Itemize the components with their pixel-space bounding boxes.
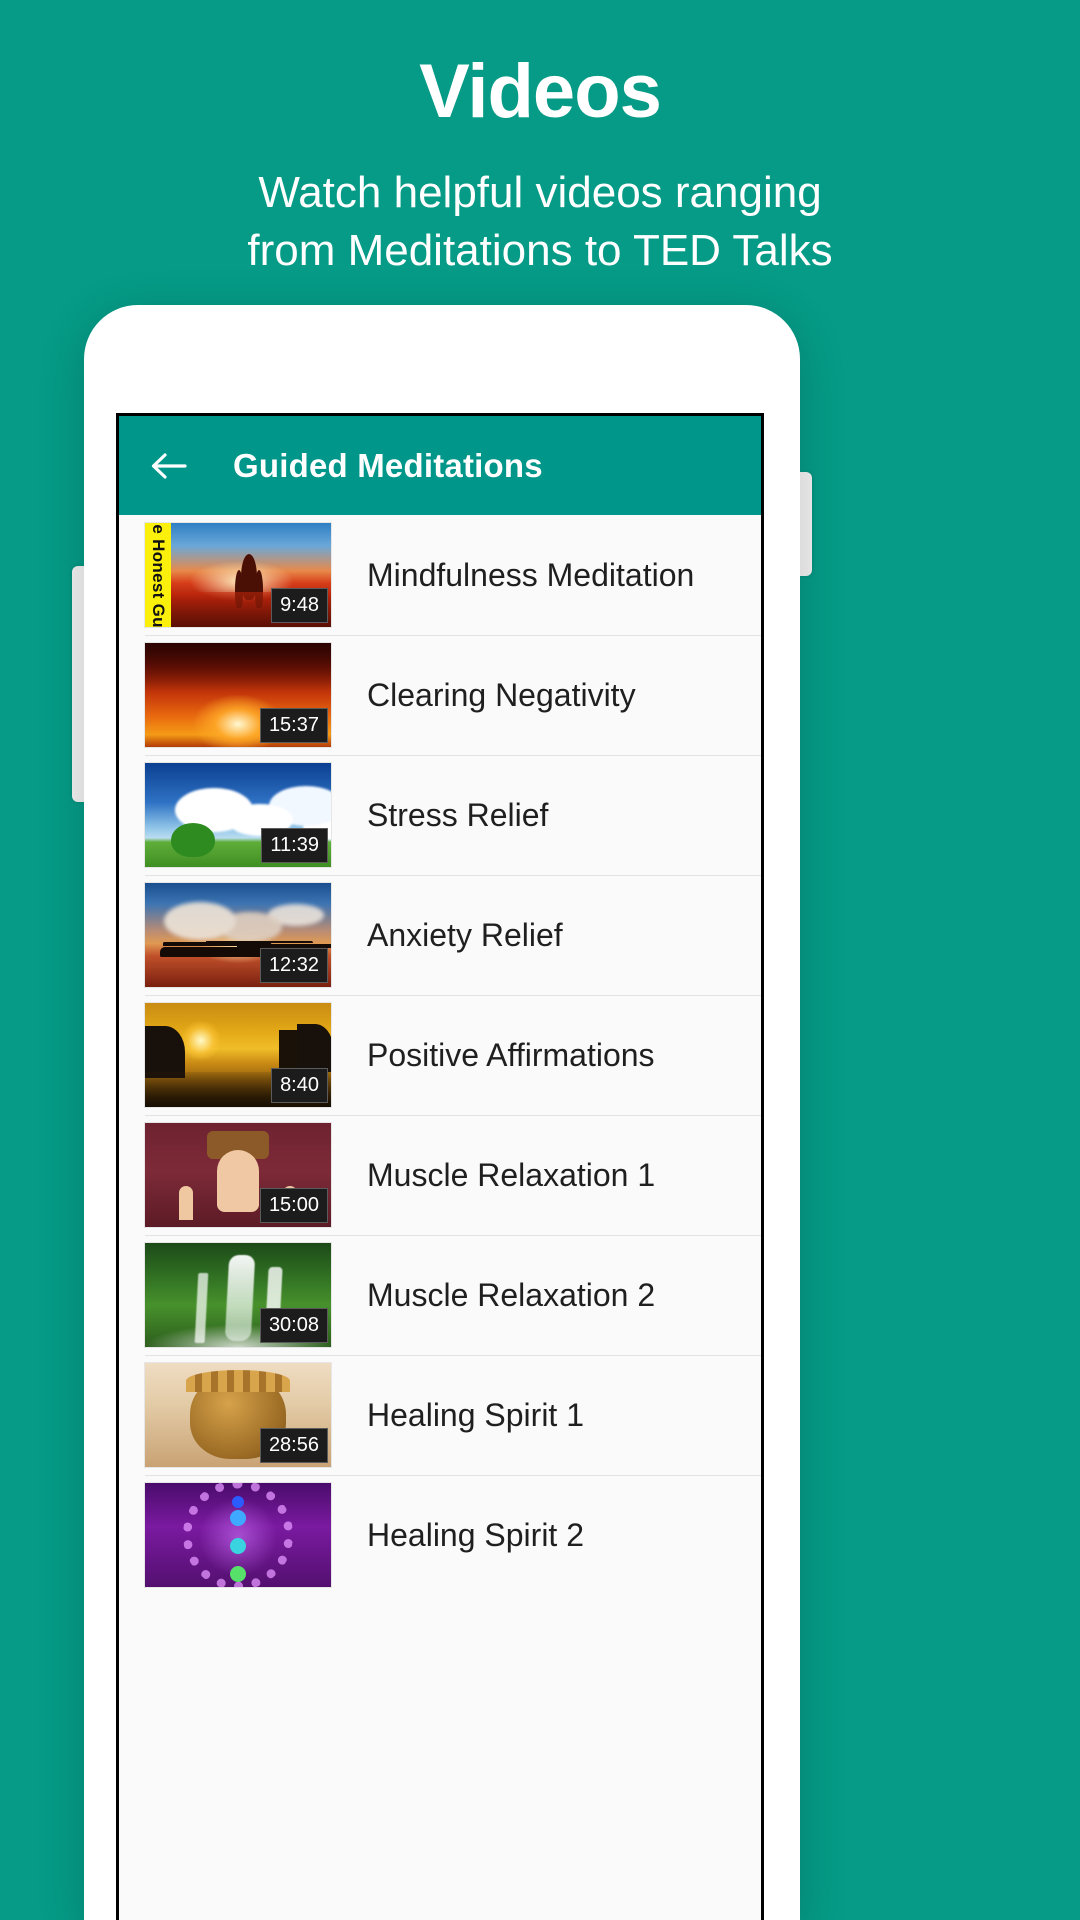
power-button[interactable] — [798, 472, 812, 576]
video-title: Healing Spirit 1 — [367, 1396, 584, 1433]
channel-brand-bar: The Honest Guys — [145, 523, 171, 627]
duration-badge: 12:32 — [259, 948, 328, 983]
video-thumbnail[interactable]: The Honest Guys 9:48 — [145, 523, 331, 627]
video-thumbnail[interactable]: 8:40 — [145, 1003, 331, 1107]
list-item[interactable]: 15:00 Muscle Relaxation 1 — [119, 1115, 761, 1235]
video-title: Clearing Negativity — [367, 676, 636, 713]
video-title: Healing Spirit 2 — [367, 1516, 584, 1553]
video-thumbnail[interactable]: 15:00 — [145, 1123, 331, 1227]
list-item[interactable]: 8:40 Positive Affirmations — [119, 995, 761, 1115]
video-thumbnail[interactable]: 15:37 — [145, 643, 331, 747]
video-thumbnail[interactable] — [145, 1483, 331, 1587]
thumbnail-artwork — [145, 1483, 331, 1587]
duration-badge: 11:39 — [261, 828, 328, 863]
list-item[interactable]: 12:32 Anxiety Relief — [119, 875, 761, 995]
arrow-left-icon[interactable] — [147, 444, 191, 488]
video-title: Mindfulness Meditation — [367, 556, 695, 593]
promo-subtitle: Watch helpful videos ranging from Medita… — [0, 164, 1080, 281]
app-viewport: Guided Meditations The Honest Guys 9:48 … — [116, 413, 764, 1920]
list-item[interactable]: 15:37 Clearing Negativity — [119, 635, 761, 755]
promo-header: Videos Watch helpful videos ranging from… — [0, 0, 1080, 281]
duration-badge: 15:37 — [259, 708, 328, 743]
video-title: Anxiety Relief — [367, 916, 563, 953]
duration-badge: 15:00 — [259, 1188, 328, 1223]
video-thumbnail[interactable]: 12:32 — [145, 883, 331, 987]
list-item[interactable]: Healing Spirit 2 — [119, 1475, 761, 1595]
promo-subtitle-line-1: Watch helpful videos ranging — [258, 167, 822, 217]
duration-badge: 30:08 — [259, 1308, 328, 1343]
video-thumbnail[interactable]: 30:08 — [145, 1243, 331, 1347]
video-thumbnail[interactable]: 28:56 — [145, 1363, 331, 1467]
promo-subtitle-line-2: from Meditations to TED Talks — [247, 226, 833, 276]
video-title: Muscle Relaxation 1 — [367, 1156, 656, 1193]
video-list[interactable]: The Honest Guys 9:48 Mindfulness Meditat… — [119, 515, 761, 1595]
video-title: Muscle Relaxation 2 — [367, 1276, 656, 1313]
video-title: Stress Relief — [367, 796, 549, 833]
duration-badge: 28:56 — [259, 1428, 328, 1463]
video-thumbnail[interactable]: 11:39 — [145, 763, 331, 867]
promo-screen: Videos Watch helpful videos ranging from… — [0, 0, 1080, 1920]
list-item[interactable]: 30:08 Muscle Relaxation 2 — [119, 1235, 761, 1355]
list-item[interactable]: 28:56 Healing Spirit 1 — [119, 1355, 761, 1475]
page-title: Videos — [419, 49, 662, 134]
list-item[interactable]: 11:39 Stress Relief — [119, 755, 761, 875]
duration-badge: 9:48 — [271, 588, 328, 623]
channel-brand-label: The Honest Guys — [149, 523, 168, 627]
list-item[interactable]: The Honest Guys 9:48 Mindfulness Meditat… — [119, 515, 761, 635]
duration-badge: 8:40 — [271, 1068, 328, 1103]
app-bar: Guided Meditations — [119, 416, 761, 515]
app-bar-title: Guided Meditations — [233, 446, 543, 484]
video-title: Positive Affirmations — [367, 1036, 655, 1073]
